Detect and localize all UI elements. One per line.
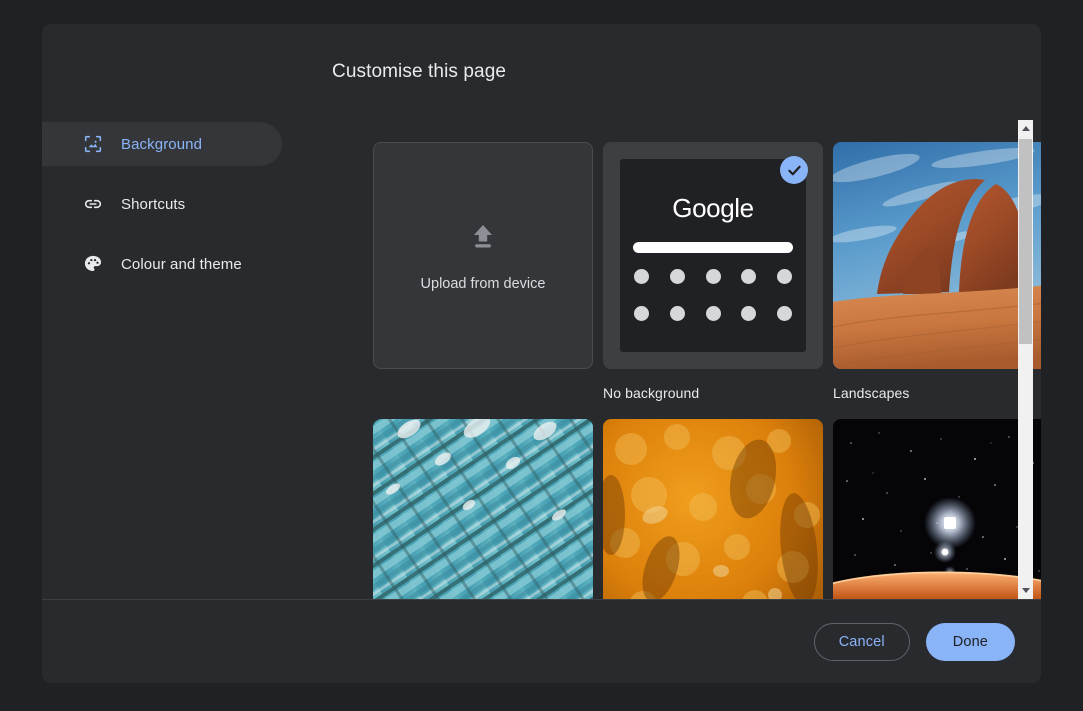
selected-check-icon	[780, 156, 808, 184]
mock-dot	[634, 269, 649, 284]
mock-dot	[634, 306, 649, 321]
landscapes-tile[interactable]	[833, 142, 1041, 369]
amber-texture-thumbnail	[603, 419, 823, 599]
tile-landscapes: Landscapes	[833, 142, 1041, 401]
mock-dot	[669, 269, 685, 284]
content-scrollbar[interactable]	[1018, 120, 1033, 599]
upload-tile-label: Upload from device	[420, 276, 546, 292]
scroll-up-arrow-icon[interactable]	[1018, 120, 1033, 137]
sidebar-item-label: Background	[121, 135, 203, 153]
mock-dot-row	[630, 269, 796, 284]
ntp-preview-mock: Google	[620, 159, 806, 352]
sidebar-item-shortcuts[interactable]: Shortcuts	[42, 182, 282, 226]
cancel-button[interactable]: Cancel	[813, 622, 910, 661]
starfield-horizon-thumbnail	[833, 419, 1041, 599]
delicate-arch-thumbnail	[833, 142, 1041, 369]
teal-glass-facade-thumbnail	[373, 419, 593, 599]
mock-dot	[669, 306, 685, 321]
sidebar-item-label: Colour and theme	[121, 255, 242, 273]
background-options-scroll-area[interactable]: Upload from device Google No background …	[332, 120, 1041, 599]
scrollbar-thumb[interactable]	[1019, 139, 1032, 344]
page-title: Customise this page	[332, 61, 507, 82]
mock-dot	[705, 269, 721, 284]
architecture-tile[interactable]	[373, 419, 593, 599]
done-button[interactable]: Done	[925, 622, 1015, 661]
mock-dot-row	[630, 306, 796, 321]
upload-arrow-icon	[466, 219, 500, 258]
google-wordmark: Google	[672, 193, 754, 223]
tile-no-background: Google No background	[603, 142, 823, 401]
sidebar-item-background[interactable]: Background	[42, 122, 282, 166]
mock-dot	[777, 269, 792, 284]
mock-dot	[741, 269, 757, 284]
mock-dot	[741, 306, 757, 321]
mock-dot	[705, 306, 721, 321]
sidebar-item-label: Shortcuts	[121, 195, 186, 213]
mock-search-bar	[633, 242, 793, 253]
dialog-footer: Cancel Done	[42, 599, 1041, 683]
tile-label: Landscapes	[833, 385, 910, 401]
mock-shortcut-dots	[630, 269, 796, 321]
link-icon	[82, 193, 104, 215]
customise-page-dialog: Customise this page Background Shortcuts…	[42, 24, 1041, 683]
image-frame-icon	[82, 133, 104, 155]
sidebar-item-colour-and-theme[interactable]: Colour and theme	[42, 242, 282, 286]
palette-icon	[82, 253, 104, 275]
tile-architecture	[373, 419, 593, 599]
tile-label: No background	[603, 385, 700, 401]
texture-tile[interactable]	[603, 419, 823, 599]
tile-earth-space	[833, 419, 1041, 599]
scroll-down-arrow-icon[interactable]	[1018, 582, 1033, 599]
no-background-tile[interactable]: Google	[603, 142, 823, 369]
upload-from-device-tile[interactable]: Upload from device	[373, 142, 593, 369]
tile-upload-from-device: Upload from device	[373, 142, 593, 369]
mock-dot	[777, 306, 792, 321]
earth-space-tile[interactable]	[833, 419, 1041, 599]
tile-texture	[603, 419, 823, 599]
dialog-header: Customise this page	[42, 24, 1041, 120]
